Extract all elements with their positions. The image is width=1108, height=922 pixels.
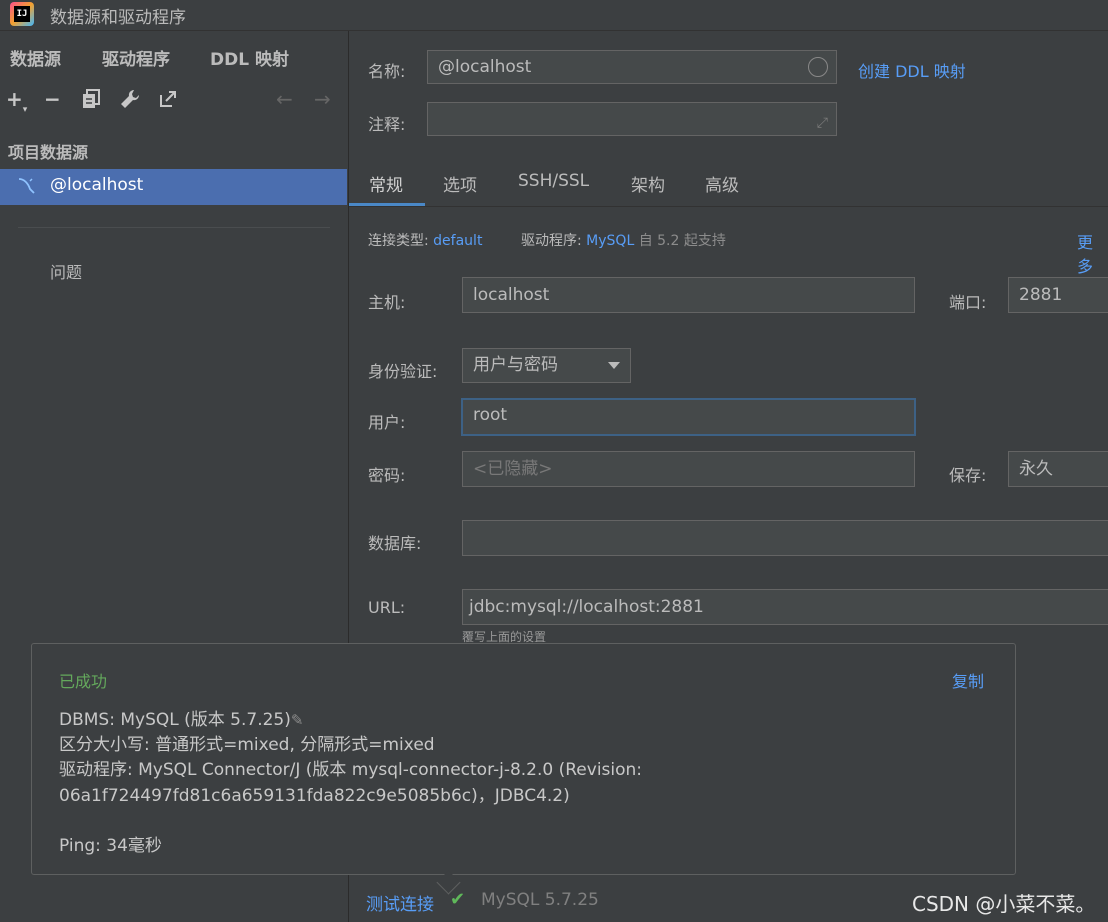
window-title: 数据源和驱动程序 bbox=[50, 8, 186, 28]
auth-select[interactable]: 用户与密码 bbox=[462, 348, 631, 383]
conn-type-link[interactable]: default bbox=[433, 233, 482, 249]
connection-result-popup: 已成功 复制 DBMS: MySQL (版本 5.7.25)✎ 区分大小写: 普… bbox=[31, 643, 1016, 875]
tab-divider bbox=[349, 206, 1108, 207]
user-input[interactable]: root bbox=[461, 398, 916, 436]
app-icon: IJ bbox=[10, 2, 34, 26]
port-input[interactable]: 2881 bbox=[1008, 277, 1108, 313]
driver-link[interactable]: MySQL bbox=[586, 233, 634, 249]
tab-drivers[interactable]: 驱动程序 bbox=[102, 45, 170, 70]
app-icon-glyph: IJ bbox=[14, 6, 30, 22]
jump-icon[interactable] bbox=[158, 89, 178, 113]
port-label: 端口: bbox=[949, 293, 987, 312]
dropdown-arrow-icon bbox=[608, 362, 620, 369]
password-label: 密码: bbox=[368, 466, 406, 485]
name-value: @localhost bbox=[438, 57, 532, 77]
test-result-text: MySQL 5.7.25 bbox=[481, 890, 599, 910]
more-link[interactable]: 更多 bbox=[1077, 229, 1108, 277]
divider bbox=[18, 227, 330, 228]
pencil-icon[interactable]: ✎ bbox=[291, 711, 304, 729]
tab-ddl-mappings[interactable]: DDL 映射 bbox=[210, 45, 289, 70]
tab-general[interactable]: 常规 bbox=[369, 171, 403, 196]
color-circle-icon[interactable] bbox=[808, 57, 828, 77]
dbms-line: DBMS: MySQL (版本 5.7.25)✎ bbox=[59, 710, 304, 730]
add-icon[interactable]: +▾ bbox=[6, 87, 27, 115]
host-input[interactable]: localhost bbox=[462, 277, 915, 313]
tab-advanced[interactable]: 高级 bbox=[705, 171, 739, 196]
test-connection-link[interactable]: 测试连接 bbox=[366, 890, 434, 915]
comment-label: 注释: bbox=[368, 115, 406, 134]
tab-options[interactable]: 选项 bbox=[443, 171, 477, 196]
url-input[interactable]: jdbc:mysql://localhost:2881 bbox=[462, 589, 1108, 625]
section-title: 项目数据源 bbox=[8, 143, 89, 162]
auth-value: 用户与密码 bbox=[473, 355, 558, 375]
check-icon: ✔ bbox=[450, 889, 466, 910]
datasource-item-localhost[interactable]: @localhost bbox=[0, 169, 347, 205]
conn-type-label: 连接类型: default bbox=[368, 233, 483, 249]
driver-line-1: 驱动程序: MySQL Connector/J (版本 mysql-connec… bbox=[59, 760, 643, 780]
tab-schemas[interactable]: 架构 bbox=[631, 171, 665, 196]
copy-link[interactable]: 复制 bbox=[952, 668, 984, 692]
datasource-label: @localhost bbox=[50, 175, 144, 195]
tab-datasources[interactable]: 数据源 bbox=[10, 45, 61, 70]
save-label: 保存: bbox=[949, 466, 987, 485]
ping-line: Ping: 34毫秒 bbox=[59, 836, 162, 856]
database-label: 数据库: bbox=[368, 534, 422, 553]
duplicate-icon[interactable] bbox=[82, 89, 100, 113]
title-bar: IJ 数据源和驱动程序 bbox=[0, 0, 1108, 31]
remove-icon[interactable]: − bbox=[44, 87, 61, 111]
auth-label: 身份验证: bbox=[368, 362, 438, 381]
name-label: 名称: bbox=[368, 62, 406, 81]
url-label: URL: bbox=[368, 598, 406, 617]
back-arrow-icon[interactable]: ← bbox=[276, 87, 293, 111]
expand-icon[interactable]: ⤢ bbox=[817, 107, 828, 139]
problems-item[interactable]: 问题 bbox=[50, 259, 82, 283]
tab-active-indicator bbox=[349, 203, 425, 206]
watermark: CSDN @小菜不菜。 bbox=[912, 892, 1096, 916]
create-ddl-link[interactable]: 创建 DDL 映射 bbox=[858, 58, 966, 82]
wrench-icon[interactable] bbox=[120, 89, 140, 113]
database-input[interactable] bbox=[462, 520, 1108, 556]
password-placeholder: <已隐藏> bbox=[473, 459, 553, 479]
case-line: 区分大小写: 普通形式=mixed, 分隔形式=mixed bbox=[59, 735, 435, 755]
status-text: 已成功 bbox=[59, 672, 108, 691]
tab-ssh-ssl[interactable]: SSH/SSL bbox=[518, 171, 589, 191]
name-field[interactable]: @localhost bbox=[427, 50, 837, 84]
save-select[interactable]: 永久 bbox=[1008, 451, 1108, 487]
forward-arrow-icon[interactable]: → bbox=[314, 87, 331, 111]
password-input[interactable]: <已隐藏> bbox=[462, 451, 915, 487]
driver-line-2: 06a1f724497fd81c6a659131fda822c9e5085b6c… bbox=[59, 786, 570, 806]
host-label: 主机: bbox=[368, 293, 406, 312]
mysql-icon bbox=[16, 175, 38, 197]
comment-field[interactable]: ⤢ bbox=[427, 102, 837, 136]
driver-info: 驱动程序: MySQL 自 5.2 起支持 bbox=[521, 233, 726, 249]
user-label: 用户: bbox=[368, 413, 406, 432]
